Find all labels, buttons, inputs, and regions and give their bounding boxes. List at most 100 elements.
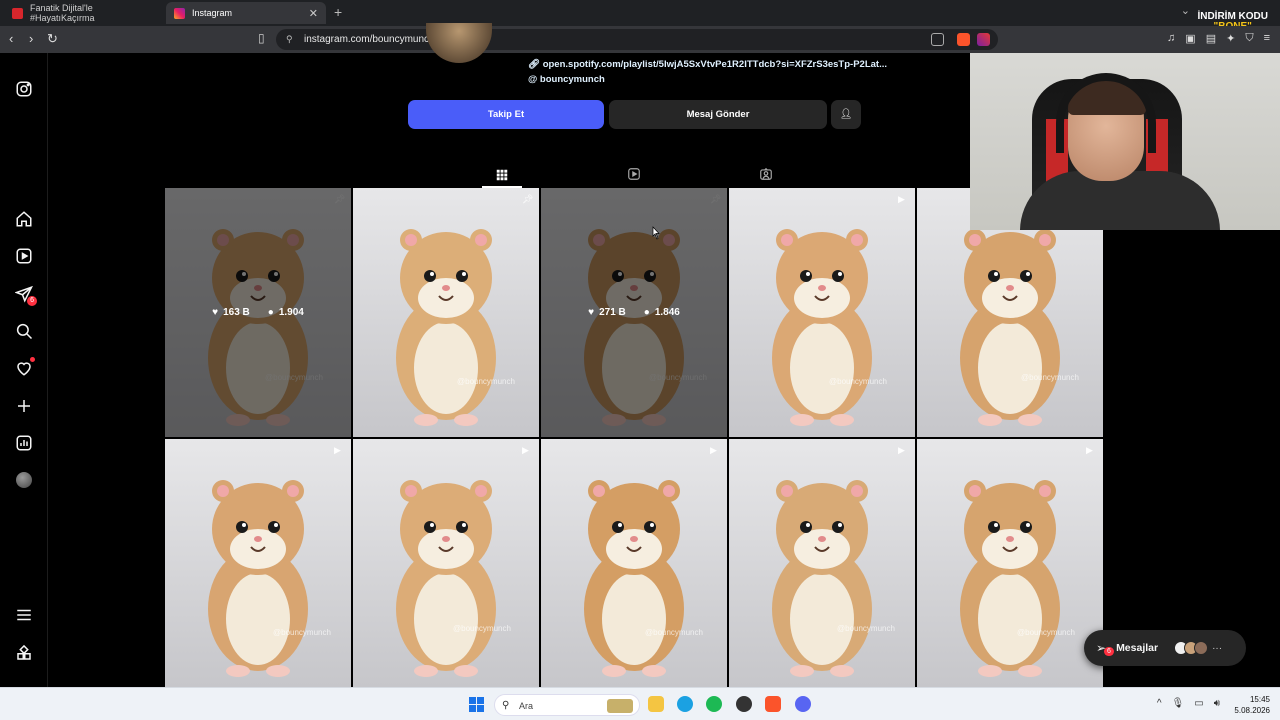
post-grid: @bouncymunch📌︎♥163 B●1.904@bouncymunch📌︎… [165, 188, 1103, 688]
tab-reels[interactable] [614, 163, 654, 185]
close-tab-icon[interactable]: ✕ [309, 7, 318, 20]
post-tile[interactable]: @bouncymunch ▶ [165, 439, 351, 688]
suggested-users-button[interactable]: 👤︎ [831, 100, 861, 129]
create-plus-icon[interactable] [14, 396, 34, 416]
tab-tagged[interactable] [746, 163, 786, 185]
reels-icon[interactable] [14, 246, 34, 266]
dashboard-icon[interactable] [14, 433, 34, 453]
vpn-icon[interactable]: ⛉ [1245, 32, 1253, 45]
post-tile[interactable]: @bouncymunch ▶ [353, 439, 539, 688]
post-tile[interactable]: @bouncymunch 📌︎ [353, 188, 539, 437]
also-from-meta-icon[interactable] [14, 643, 34, 663]
edge-icon[interactable] [677, 696, 693, 712]
discord-icon[interactable] [795, 696, 811, 712]
reel-icon: ▶ [898, 445, 905, 455]
hamster-image [772, 229, 872, 426]
file-explorer-icon[interactable] [648, 696, 664, 712]
avatar [1194, 641, 1209, 655]
spotify-icon[interactable] [706, 696, 722, 712]
display-icon[interactable]: ▭ [1194, 698, 1203, 709]
tagged-icon [760, 167, 772, 180]
send-message-button[interactable]: Mesaj Gönder [609, 100, 827, 129]
brave-rewards-icon[interactable] [977, 33, 990, 46]
taskbar-clock[interactable]: 15:45 5.08.2026 [1234, 694, 1270, 716]
hamster-image [960, 480, 1060, 677]
back-icon[interactable]: ‹ [9, 31, 13, 46]
media-icon[interactable]: ♫ [1167, 32, 1175, 45]
post-tile[interactable]: @bouncymunch📌︎♥163 B●1.904 [165, 188, 351, 437]
wallet-icon[interactable]: ▤ [1206, 32, 1216, 45]
tab-posts[interactable] [482, 163, 522, 188]
watermark: @bouncymunch [1021, 373, 1079, 382]
tray-chevron-icon[interactable]: ^ [1157, 698, 1162, 709]
watermark: @bouncymunch [829, 377, 887, 386]
post-tile[interactable]: @bouncymunch ▶ [729, 188, 915, 437]
threads-icon: @ [528, 74, 540, 85]
direct-messages-icon[interactable]: 6 [14, 284, 37, 306]
bookmark-icon[interactable]: ▯ [258, 31, 265, 45]
reels-tab-icon [628, 168, 640, 180]
forward-icon[interactable]: › [29, 31, 33, 46]
home-icon[interactable] [14, 209, 34, 229]
streamer-webcam [970, 53, 1280, 230]
reel-icon: ▶ [522, 445, 529, 455]
brave-shields-icon[interactable] [957, 33, 970, 46]
tab-title: Fanatik Dijital'le #HayatıKaçırma [30, 3, 95, 23]
tab-list-chevron-icon[interactable]: ⌄ [1181, 4, 1190, 17]
sidebar-toggle-icon[interactable]: ▣ [1185, 32, 1195, 45]
instagram-logo-icon[interactable] [14, 79, 34, 99]
profile-tabs [165, 158, 1103, 188]
follow-button[interactable]: Takip Et [408, 100, 604, 129]
more-menu-icon[interactable] [14, 605, 34, 625]
messages-pill[interactable]: ➢ 6 Mesajlar ··· [1084, 630, 1246, 666]
post-tile[interactable]: @bouncymunch📌︎♥271 B●1.846 [541, 188, 727, 437]
address-bar[interactable]: ⚲ instagram.com/bouncymunch/ [276, 29, 998, 50]
search-icon[interactable] [14, 321, 34, 341]
taskbar-search[interactable]: ⚲ Ara [494, 694, 640, 716]
comment-icon: ● [267, 307, 274, 318]
notifications-heart-icon[interactable] [14, 357, 35, 378]
start-windows-icon[interactable] [469, 697, 484, 712]
reel-icon: ▶ [334, 445, 341, 455]
post-tile[interactable]: @bouncymunch ▶ [729, 439, 915, 688]
post-tile[interactable]: @bouncymunch ▶ [541, 439, 727, 688]
profile-link[interactable]: 🔗︎ open.spotify.com/playlist/5IwjA5SxVtv… [528, 59, 887, 70]
watermark: @bouncymunch [645, 628, 703, 637]
hamster-image [396, 229, 496, 426]
post-hover-stats: ♥ 271 B ● 1.846 [541, 188, 727, 437]
profile-avatar-large[interactable] [426, 23, 492, 63]
watermark: @bouncymunch [1017, 628, 1075, 637]
reel-icon: ▶ [1086, 445, 1093, 455]
profile-link-text: open.spotify.com/playlist/5IwjA5SxVtvPe1… [542, 59, 887, 70]
taskbar-search-placeholder: Ara [519, 701, 534, 711]
tab-instagram[interactable]: Instagram ✕ [166, 2, 326, 24]
likes-count: ♥ 271 B [588, 307, 626, 318]
menu-icon[interactable]: ≡ [1264, 32, 1270, 45]
volume-icon[interactable]: 🔊︎ [1214, 698, 1220, 709]
new-tab-button[interactable]: + [334, 4, 342, 20]
reload-icon[interactable]: ↻ [47, 31, 58, 47]
site-info-icon[interactable]: ⚲ [286, 29, 293, 50]
clock-date: 5.08.2026 [1234, 706, 1270, 715]
mic-icon[interactable]: 🎙︎ [1172, 698, 1185, 709]
extensions-icon[interactable]: ✦ [1226, 32, 1235, 45]
profile-avatar[interactable] [14, 470, 34, 490]
windows-taskbar: ⚲ Ara ^ 🎙︎ ▭ 🔊︎ 15:45 5.08.2026 [0, 687, 1280, 720]
obs-icon[interactable] [736, 696, 752, 712]
hamster-image [772, 480, 872, 677]
comments-count: ● 1.904 [267, 307, 304, 318]
threads-link[interactable]: @ bouncymunch [528, 74, 605, 85]
link-icon: 🔗︎ [528, 59, 543, 70]
reel-icon: ▶ [710, 445, 717, 455]
add-user-icon: 👤︎ [839, 109, 853, 120]
system-tray: ^ 🎙︎ ▭ 🔊︎ [1157, 698, 1220, 709]
tab-fanatik[interactable]: Fanatik Dijital'le #HayatıKaçırma [4, 2, 162, 24]
watermark: @bouncymunch [453, 624, 511, 633]
heart-icon: ♥ [212, 307, 219, 318]
post-hover-stats: ♥ 163 B ● 1.904 [165, 188, 351, 437]
watermark: @bouncymunch [837, 624, 895, 633]
cast-icon[interactable] [931, 33, 944, 46]
instagram-sidebar: 6 [0, 53, 48, 687]
post-tile[interactable]: @bouncymunch ▶ [917, 439, 1103, 688]
brave-taskbar-icon[interactable] [765, 696, 781, 712]
